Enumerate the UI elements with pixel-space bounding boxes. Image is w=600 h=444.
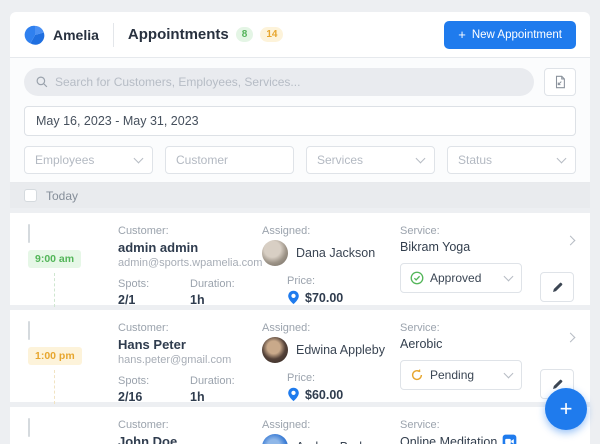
timeline-connector xyxy=(54,370,55,404)
time-badge: 9:00 am xyxy=(28,250,81,268)
customer-name: Hans Peter xyxy=(118,337,262,352)
spots-value: 2/1 xyxy=(118,293,190,307)
row-checkbox[interactable] xyxy=(28,224,30,243)
price-label: Price: xyxy=(287,372,400,384)
employees-filter[interactable]: Employees xyxy=(24,146,153,174)
plus-icon: + xyxy=(560,398,573,420)
group-header-label: Today xyxy=(46,189,78,203)
customer-filter[interactable] xyxy=(165,146,294,174)
brand: Amelia xyxy=(24,24,99,46)
service-label: Service: xyxy=(400,322,544,334)
top-header: Amelia Appointments 8 14 + New Appointme… xyxy=(10,12,590,58)
employee-name: Dana Jackson xyxy=(296,246,375,260)
employees-filter-placeholder: Employees xyxy=(35,153,135,167)
employee-avatar xyxy=(262,240,288,266)
price-value: $60.00 xyxy=(305,388,343,402)
export-button[interactable] xyxy=(544,68,576,96)
pending-count-badge: 14 xyxy=(260,27,283,42)
time-badge: 1:00 pm xyxy=(28,347,82,365)
timeline-connector xyxy=(54,273,55,307)
services-filter-placeholder: Services xyxy=(317,153,417,167)
brand-name: Amelia xyxy=(53,27,99,43)
date-range-value: May 16, 2023 - May 31, 2023 xyxy=(36,114,199,128)
service-name: Bikram Yoga xyxy=(400,240,544,254)
row-checkbox[interactable] xyxy=(28,418,30,437)
video-camera-icon xyxy=(502,434,517,444)
customer-email: admin@sports.wpamelia.com xyxy=(118,257,262,269)
customer-label: Customer: xyxy=(118,322,262,334)
assigned-label: Assigned: xyxy=(262,419,400,431)
customer-label: Customer: xyxy=(118,225,262,237)
services-filter[interactable]: Services xyxy=(306,146,435,174)
service-name: Online Meditation xyxy=(400,435,497,444)
status-value: Pending xyxy=(430,368,499,382)
plus-icon: + xyxy=(458,30,466,40)
check-circle-icon xyxy=(410,271,424,285)
duration-value: 1h xyxy=(190,390,262,404)
appointment-row[interactable]: 9:00 am Customer: admin admin admin@spor… xyxy=(10,213,590,305)
new-appointment-label: New Appointment xyxy=(472,29,562,41)
spots-value: 2/16 xyxy=(118,390,190,404)
chevron-down-icon xyxy=(504,369,514,379)
row-checkbox[interactable] xyxy=(28,321,30,340)
chevron-down-icon xyxy=(416,154,426,164)
search-box[interactable] xyxy=(24,68,534,96)
refresh-arrows-icon xyxy=(410,368,424,382)
group-select-checkbox[interactable] xyxy=(24,189,37,202)
header-divider xyxy=(113,23,114,47)
duration-label: Duration: xyxy=(190,278,262,290)
employee-avatar xyxy=(262,434,288,444)
group-header-today: Today xyxy=(10,183,590,208)
export-document-icon xyxy=(553,75,567,89)
location-pin-icon xyxy=(287,290,300,305)
spots-label: Spots: xyxy=(118,375,190,387)
approved-count-badge: 8 xyxy=(236,27,254,42)
customer-label: Customer: xyxy=(118,419,262,431)
search-icon xyxy=(36,76,48,88)
price-value: $70.00 xyxy=(305,291,343,305)
status-value: Approved xyxy=(430,271,499,285)
location-pin-icon xyxy=(287,387,300,402)
service-name: Aerobic xyxy=(400,337,544,351)
amelia-pinwheel-icon xyxy=(24,24,46,46)
appointment-row[interactable]: 9:00 pm Customer: John Doe johndoe@gmail… xyxy=(10,407,590,444)
status-filter[interactable]: Status xyxy=(447,146,576,174)
assigned-label: Assigned: xyxy=(262,225,400,237)
chevron-down-icon xyxy=(504,272,514,282)
employee-avatar xyxy=(262,337,288,363)
spots-label: Spots: xyxy=(118,278,190,290)
row-expand-chevron-icon[interactable] xyxy=(566,236,576,246)
customer-email: hans.peter@gmail.com xyxy=(118,354,262,366)
filters-panel: May 16, 2023 - May 31, 2023 Employees Se… xyxy=(10,58,590,183)
appointments-page: Amelia Appointments 8 14 + New Appointme… xyxy=(10,12,590,444)
duration-label: Duration: xyxy=(190,375,262,387)
appointment-row[interactable]: 1:00 pm Customer: Hans Peter hans.peter@… xyxy=(10,310,590,402)
customer-name: John Doe xyxy=(118,434,262,444)
duration-value: 1h xyxy=(190,293,262,307)
employee-name: Edwina Appleby xyxy=(296,343,385,357)
status-dropdown[interactable]: Approved xyxy=(400,263,522,293)
edit-appointment-button[interactable] xyxy=(540,272,574,302)
assigned-label: Assigned: xyxy=(262,322,400,334)
chevron-down-icon xyxy=(134,154,144,164)
status-filter-placeholder: Status xyxy=(458,153,558,167)
price-label: Price: xyxy=(287,275,400,287)
search-input[interactable] xyxy=(55,75,522,89)
pencil-icon xyxy=(551,281,564,294)
service-label: Service: xyxy=(400,419,544,431)
row-expand-chevron-icon[interactable] xyxy=(566,333,576,343)
customer-filter-input[interactable] xyxy=(176,153,283,167)
employee-name: Andrea Barber xyxy=(296,440,377,444)
customer-name: admin admin xyxy=(118,240,262,255)
chevron-down-icon xyxy=(557,154,567,164)
add-appointment-fab[interactable]: + xyxy=(545,388,587,430)
new-appointment-button[interactable]: + New Appointment xyxy=(444,21,576,49)
date-range-picker[interactable]: May 16, 2023 - May 31, 2023 xyxy=(24,106,576,136)
service-label: Service: xyxy=(400,225,544,237)
status-dropdown[interactable]: Pending xyxy=(400,360,522,390)
page-title: Appointments xyxy=(128,26,229,43)
